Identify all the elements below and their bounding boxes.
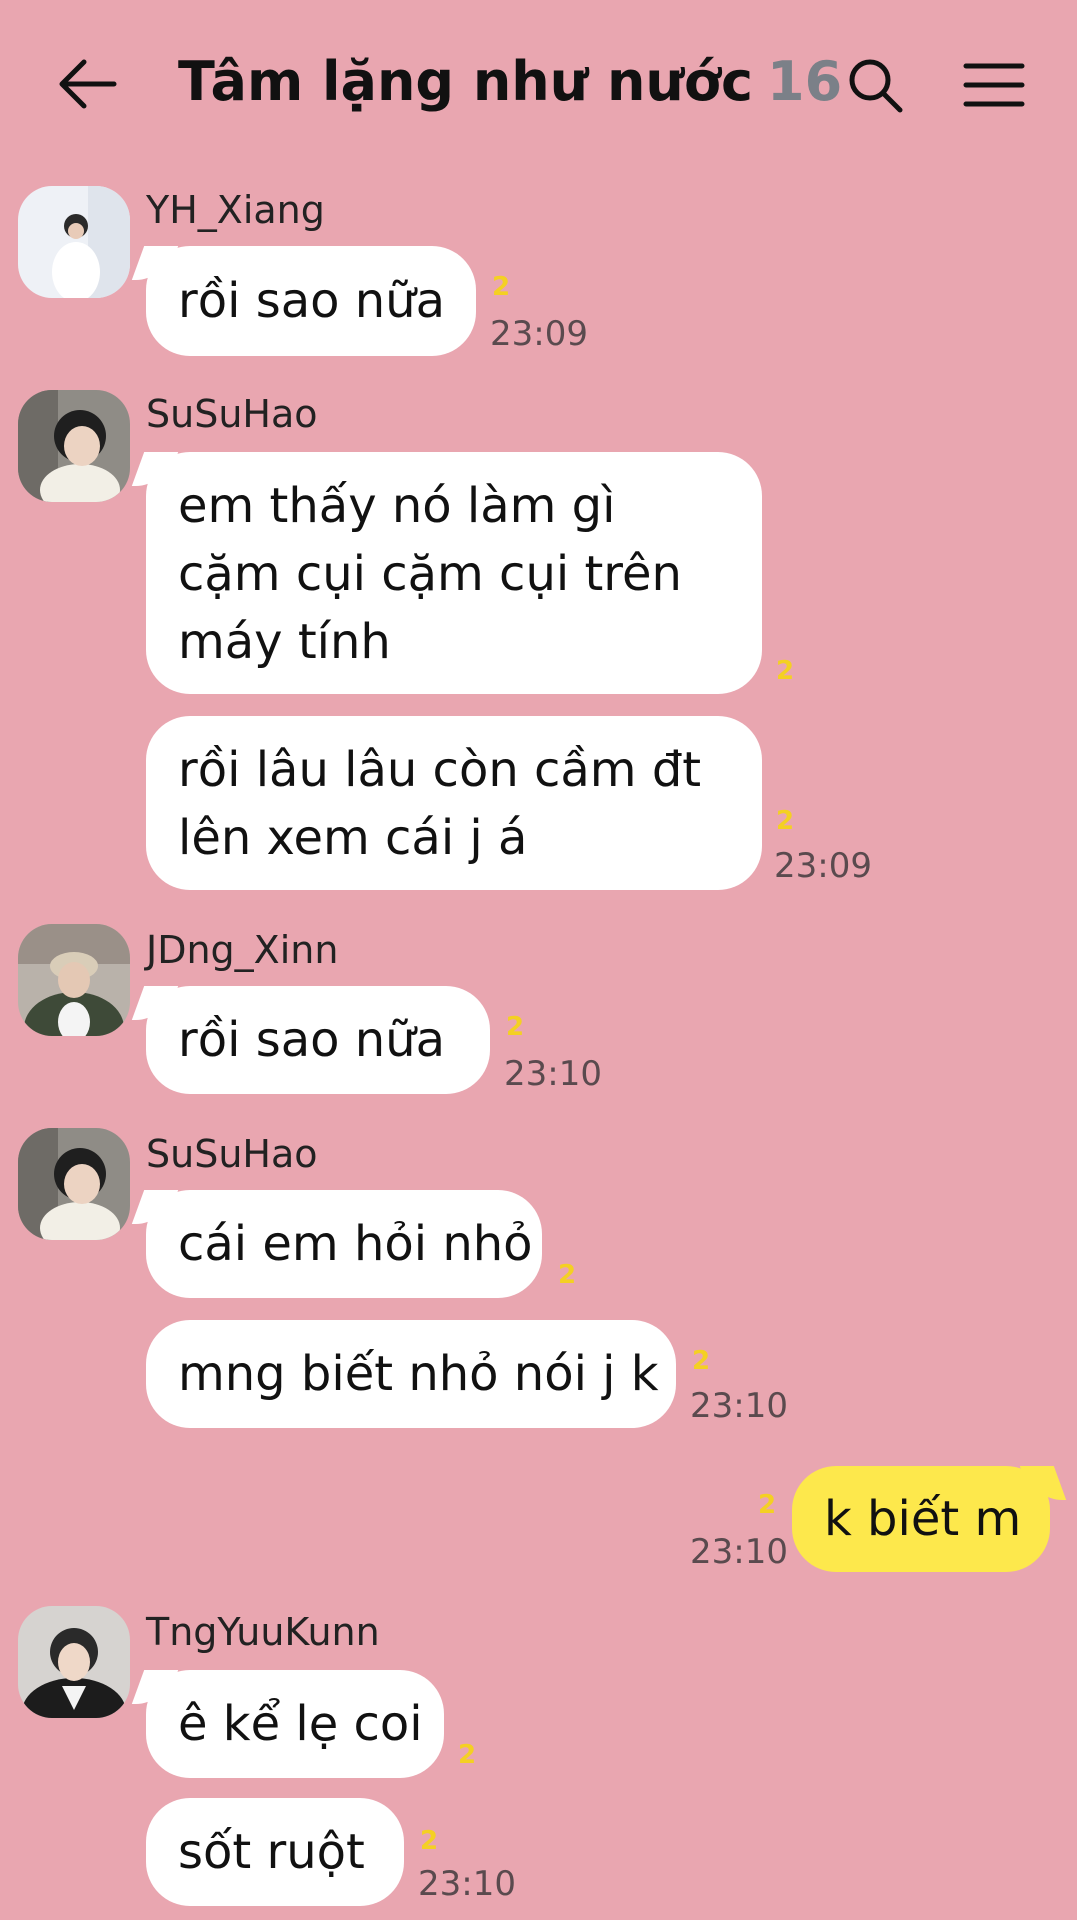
avatar[interactable] — [18, 186, 130, 298]
avatar[interactable] — [18, 1128, 130, 1240]
chat-header: Tâm lặng như nước 16 — [0, 0, 1077, 170]
sender-name: JDng_Xinn — [146, 928, 339, 972]
unread-count: 2 — [492, 272, 511, 302]
message-text: k biết m — [824, 1491, 1022, 1547]
avatar[interactable] — [18, 390, 130, 502]
message-time: 23:09 — [774, 846, 872, 886]
group-name: Tâm lặng như nước — [178, 50, 753, 113]
message-bubble[interactable]: rồi sao nữa — [146, 986, 490, 1094]
sender-name: YH_Xiang — [146, 188, 325, 232]
message-bubble[interactable]: ê kể lẹ coi — [146, 1670, 444, 1778]
unread-count: 2 — [692, 1346, 711, 1376]
avatar[interactable] — [18, 924, 130, 1036]
menu-icon — [963, 63, 1025, 107]
message-time: 23:10 — [690, 1386, 788, 1426]
back-button[interactable] — [58, 58, 118, 110]
unread-count: 2 — [458, 1740, 477, 1770]
message-bubble[interactable]: em thấy nó làm gì cặm cụi cặm cụi trên m… — [146, 452, 762, 694]
menu-button[interactable] — [962, 60, 1026, 110]
message-text: mng biết nhỏ nói j k — [178, 1346, 659, 1402]
chat-title: Tâm lặng như nước 16 — [178, 50, 842, 113]
message-bubble[interactable]: sốt ruột — [146, 1798, 404, 1906]
message-text: rồi sao nữa — [178, 1012, 445, 1068]
message-time: 23:10 — [504, 1054, 602, 1094]
unread-count: 2 — [506, 1012, 525, 1042]
message-text: sốt ruột — [178, 1824, 365, 1880]
message-text: cái em hỏi nhỏ — [178, 1216, 533, 1272]
sender-name: SuSuHao — [146, 1132, 318, 1176]
unread-count: 2 — [758, 1490, 777, 1520]
message-time: 23:09 — [490, 314, 588, 354]
unread-count: 2 — [776, 806, 795, 836]
search-icon — [849, 59, 903, 113]
sender-name: SuSuHao — [146, 392, 318, 436]
unread-count: 2 — [776, 656, 795, 686]
member-count: 16 — [767, 50, 843, 113]
search-button[interactable] — [846, 56, 906, 116]
message-bubble[interactable]: rồi lâu lâu còn cầm đt lên xem cái j á — [146, 716, 762, 890]
back-arrow-icon — [59, 59, 117, 109]
message-text: ê kể lẹ coi — [178, 1696, 423, 1752]
unread-count: 2 — [558, 1260, 577, 1290]
message-time: 23:10 — [418, 1864, 516, 1904]
message-bubble[interactable]: rồi sao nữa — [146, 246, 476, 356]
message-text: rồi lâu lâu còn cầm đt lên xem cái j á — [178, 742, 702, 866]
unread-count: 2 — [420, 1826, 439, 1856]
message-text: em thấy nó làm gì cặm cụi cặm cụi trên m… — [178, 478, 682, 670]
message-time: 23:10 — [690, 1532, 788, 1572]
sender-name: TngYuuKunn — [146, 1610, 380, 1654]
own-message-bubble[interactable]: k biết m — [792, 1466, 1050, 1572]
message-bubble[interactable]: mng biết nhỏ nói j k — [146, 1320, 676, 1428]
message-text: rồi sao nữa — [178, 273, 445, 329]
message-bubble[interactable]: cái em hỏi nhỏ — [146, 1190, 542, 1298]
avatar[interactable] — [18, 1606, 130, 1718]
